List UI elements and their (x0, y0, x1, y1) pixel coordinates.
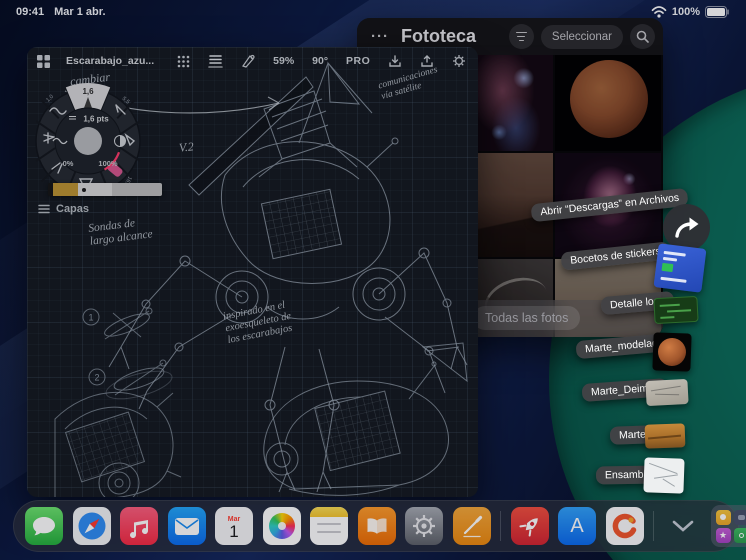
dock-divider (500, 511, 501, 541)
search-button[interactable] (630, 24, 655, 49)
app-app-store[interactable]: A (558, 507, 596, 545)
rocket-icon (518, 518, 538, 537)
fototeca-title: Fototeca (401, 26, 477, 46)
app-rocket[interactable] (510, 507, 549, 545)
app-calendar[interactable]: Mar 1 (215, 507, 253, 545)
color-palette-bar[interactable] (48, 183, 162, 196)
import-icon[interactable] (388, 54, 402, 68)
drag-thumb-marte-modelado[interactable] (652, 332, 692, 372)
layers-panel-icon[interactable] (208, 54, 223, 68)
precision-tool-icon[interactable] (241, 54, 255, 68)
search-icon (636, 30, 649, 43)
notes-line-2 (317, 531, 341, 533)
select-button[interactable]: Seleccionar (540, 24, 623, 49)
mini-camera-icon (733, 509, 746, 525)
app-books[interactable] (357, 507, 396, 545)
filter-button[interactable] (508, 24, 534, 49)
drag-thumb-marte-deimos[interactable] (645, 378, 689, 407)
compass-icon (78, 512, 105, 540)
app-store-glyph: A (570, 514, 584, 537)
music-note-icon (130, 520, 149, 538)
chat-bubble-icon (33, 517, 55, 536)
drag-thumb-sticker-azul[interactable] (653, 243, 707, 293)
date: Mar 1 abr. (54, 6, 106, 18)
chevron-down-icon (672, 520, 693, 532)
probe-sketches (82, 307, 173, 400)
app-library-grid: ★ (715, 509, 746, 543)
pro-badge-button[interactable]: PRO (346, 55, 370, 67)
app-concepts[interactable] (452, 507, 491, 545)
zoom-level-button[interactable]: 59% (273, 55, 294, 67)
swatch-gold[interactable] (53, 183, 78, 196)
dock-divider-2 (653, 511, 654, 541)
brush-preview[interactable] (74, 127, 102, 155)
c-swirl-icon (612, 513, 636, 539)
app-settings[interactable] (405, 507, 443, 545)
dock: Mar 1 A ★ (13, 500, 746, 552)
swatch-gray[interactable] (112, 183, 162, 196)
export-icon[interactable] (420, 54, 434, 68)
concepts-toolbar: Escarabajo_azu... 59% 90° PRO (27, 47, 478, 75)
clock: 09:41 (16, 6, 45, 18)
swatch-light-gray[interactable] (78, 183, 112, 196)
app-mail[interactable] (167, 507, 206, 545)
photos-flower-icon (268, 513, 295, 539)
probe-marker-1: 1 (88, 313, 93, 323)
mini-clock-icon (733, 527, 746, 543)
app-notes[interactable] (310, 507, 348, 545)
stroke-size-label: 1,6 pts (83, 115, 109, 124)
photo-mars[interactable] (555, 47, 661, 151)
annotation-version: V.2 (178, 139, 195, 155)
mini-tips-icon (715, 509, 731, 525)
drag-thumb-placa-verde[interactable] (653, 295, 699, 325)
active-tool-size: 1,6 (82, 87, 94, 96)
photo-horsehead-nebula[interactable] (476, 47, 553, 151)
grid-dots-icon[interactable] (177, 55, 190, 68)
drag-thumb-ensamble[interactable] (643, 457, 685, 494)
app-safari[interactable] (72, 507, 111, 545)
app-music[interactable] (120, 507, 158, 545)
opacity-max-label: 100% (98, 159, 118, 168)
gear-icon (413, 515, 435, 537)
app-library[interactable]: ★ (711, 505, 746, 547)
rover-robot-corner (54, 391, 182, 497)
layers-label: Capas (56, 203, 90, 215)
notes-line (317, 523, 341, 525)
ipad-screen: ··· Fototeca Seleccionar Meses Todas las… (0, 0, 746, 560)
more-options-icon[interactable]: ··· (371, 28, 389, 45)
rotation-button[interactable]: 90° (312, 55, 328, 67)
opacity-min-label: 0% (63, 159, 74, 168)
pen-icon (462, 515, 482, 538)
beetle-robot-main (108, 61, 468, 493)
filter-icon (515, 31, 527, 42)
open-book-icon (367, 518, 386, 534)
app-photos[interactable] (262, 507, 301, 545)
concepts-window[interactable]: 1 2 cambiar a color comunicaciones vía s… (27, 47, 478, 497)
app-menu-icon[interactable] (37, 54, 50, 68)
mini-star-icon: ★ (715, 527, 731, 543)
app-c-swirl[interactable] (605, 507, 644, 545)
selected-color-dot (82, 187, 86, 192)
drag-thumb-marte[interactable] (644, 423, 686, 449)
dock-collapse-button[interactable] (664, 507, 702, 545)
layers-icon (38, 204, 50, 214)
envelope-icon (174, 517, 199, 535)
probe-marker-2: 2 (94, 373, 99, 383)
status-bar: 09:41 Mar 1 abr. 100% (0, 0, 746, 24)
settings-gear-icon[interactable] (452, 54, 466, 68)
layers-row[interactable]: Capas (38, 203, 89, 215)
rover-robot-lower (263, 342, 468, 496)
battery-percent: 100% (671, 6, 700, 18)
calendar-day: 1 (229, 522, 239, 542)
battery-icon (705, 6, 729, 18)
document-title[interactable]: Escarabajo_azu... (66, 55, 154, 67)
notes-header-strip (310, 507, 348, 517)
wifi-icon (651, 6, 667, 18)
app-messages[interactable] (25, 507, 63, 545)
tab-todas-las-fotos[interactable]: Todas las fotos (473, 306, 581, 330)
